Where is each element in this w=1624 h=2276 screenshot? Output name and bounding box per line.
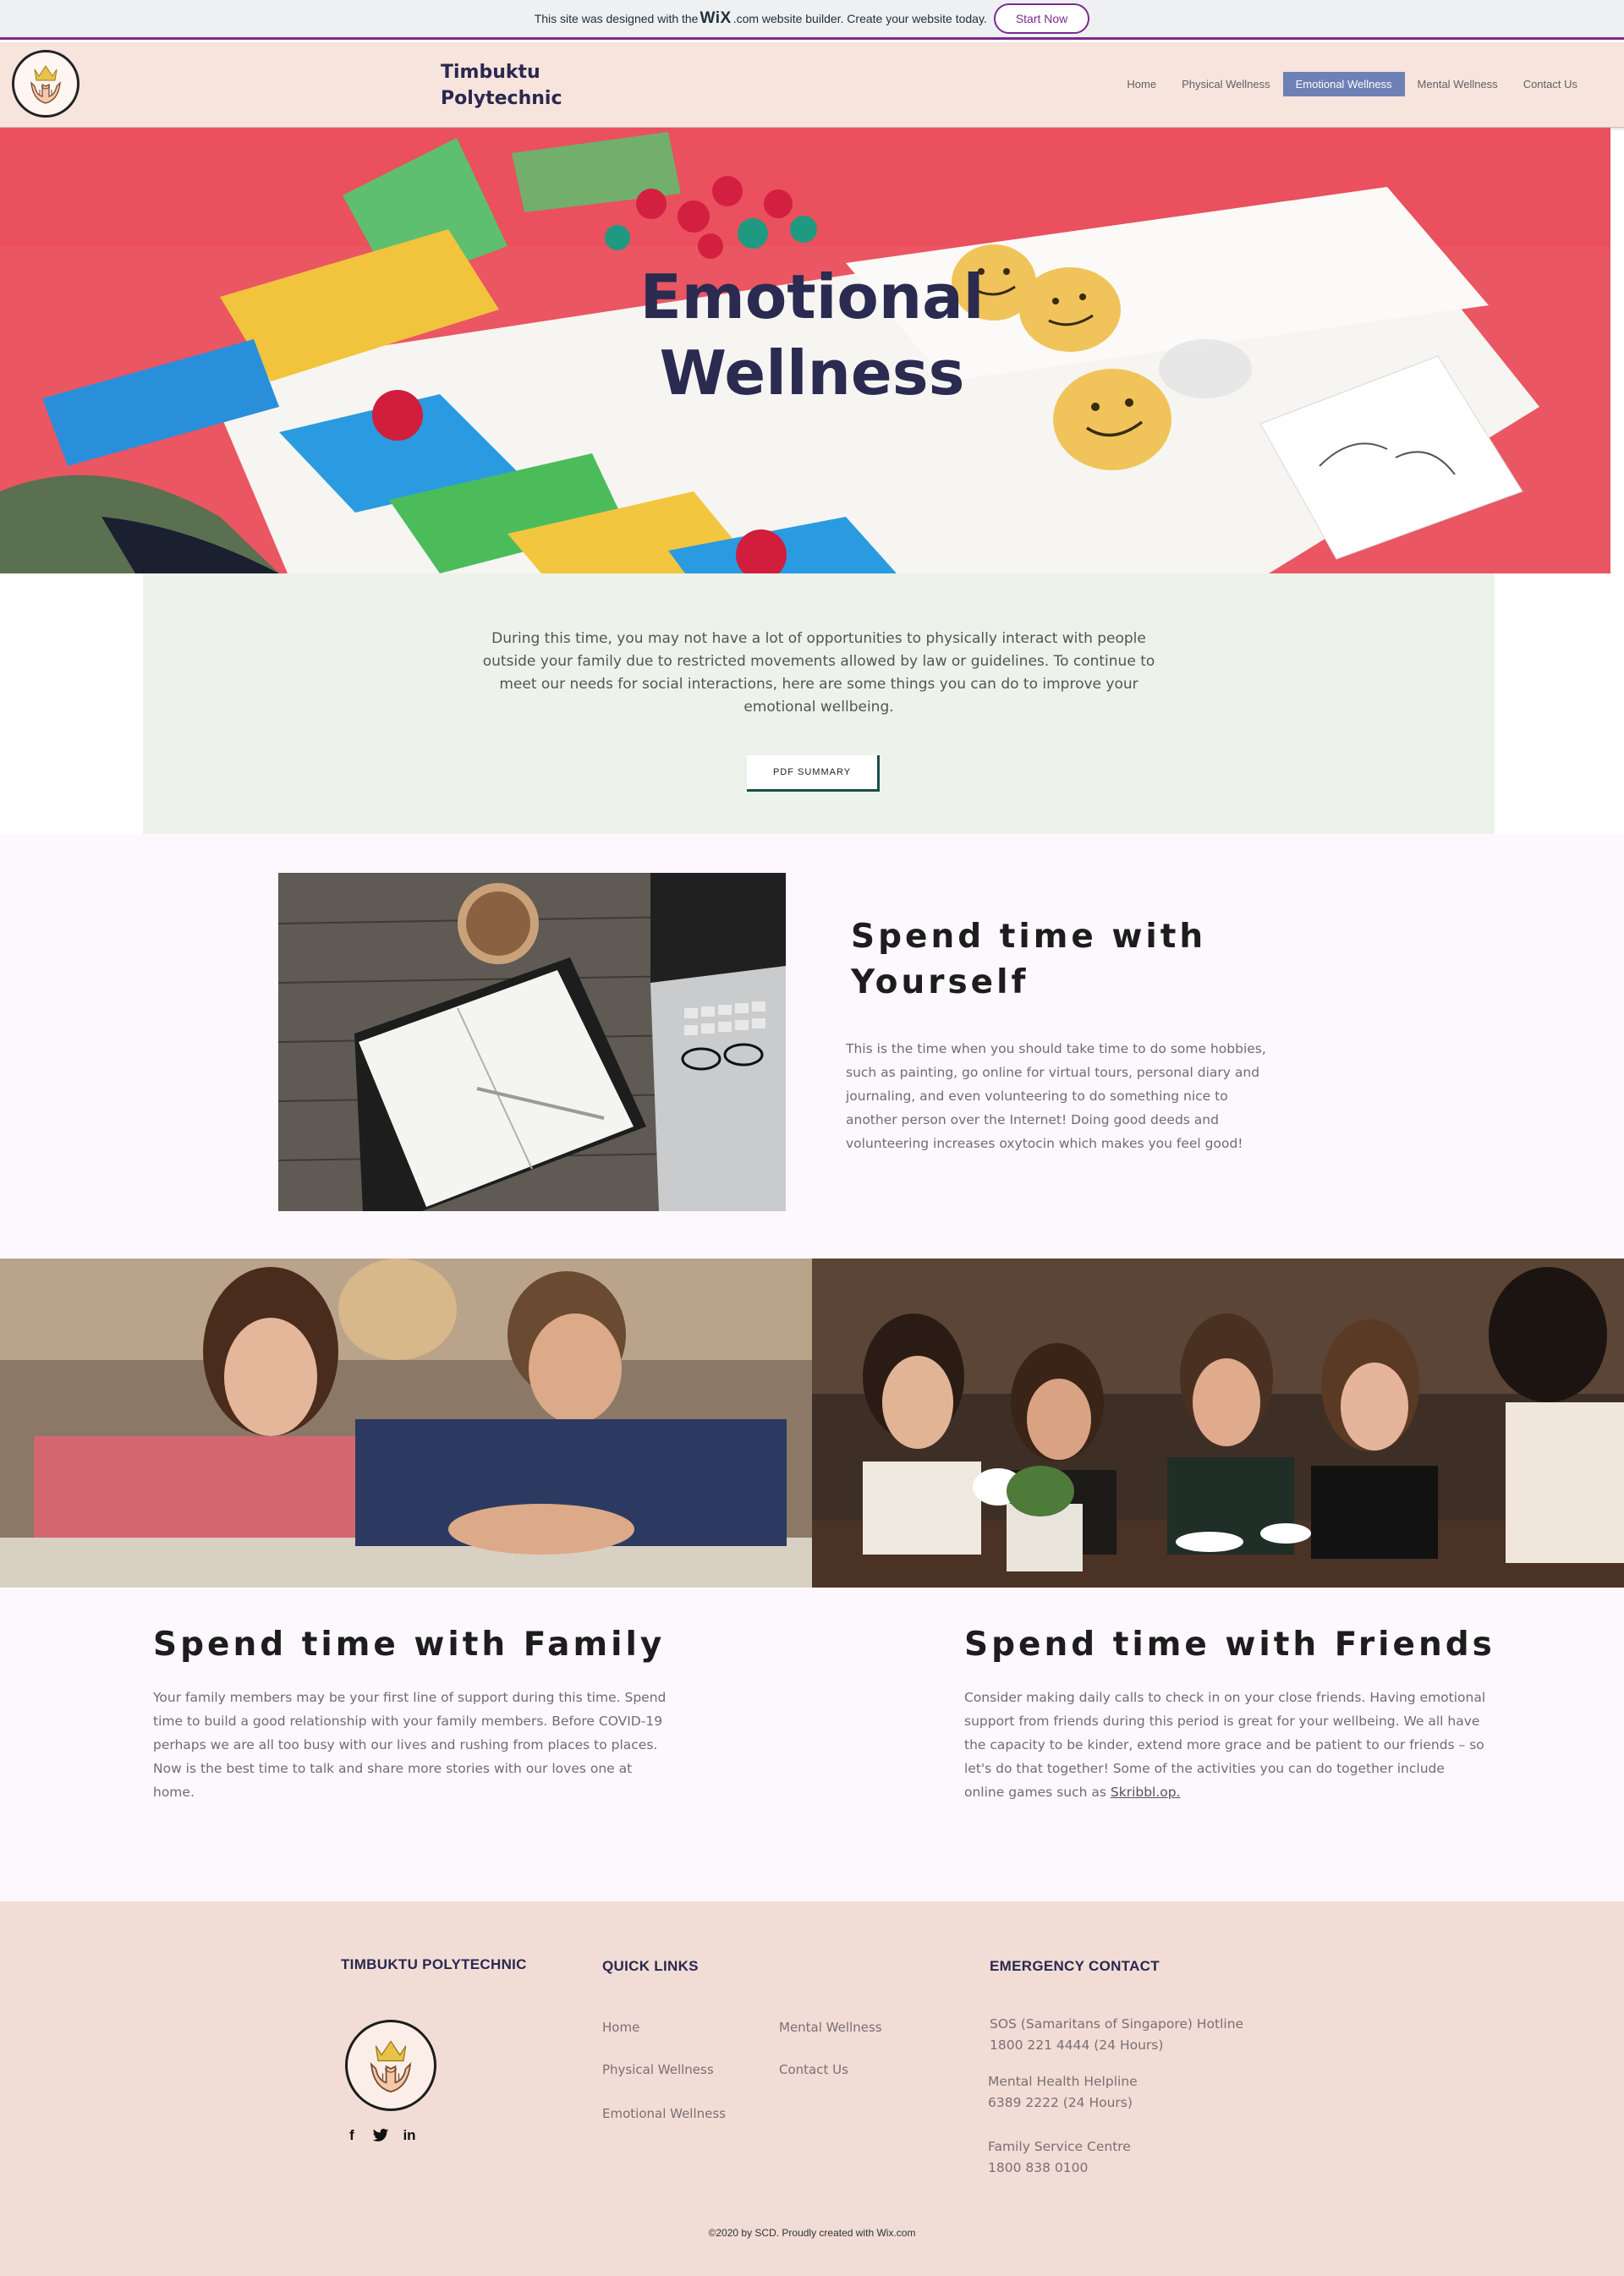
- yourself-text: This is the time when you should take ti…: [846, 1041, 1266, 1151]
- contact-sos: SOS (Samaritans of Singapore) Hotline 18…: [990, 2014, 1243, 2056]
- footer-brand-heading: TIMBUKTU POLYTECHNIC: [341, 1956, 527, 1972]
- footer-quick-links-heading: QUICK LINKS: [602, 1958, 699, 1974]
- contact-sos-name: SOS (Samaritans of Singapore) Hotline: [990, 2016, 1244, 2032]
- brand-line-2: Polytechnic: [441, 88, 562, 109]
- family-friends-section: Spend time with Family Your family membe…: [0, 1588, 1624, 1901]
- intro-section: During this time, you may not have a lot…: [143, 573, 1495, 834]
- yourself-heading: Spend time with Yourself: [851, 914, 1291, 1006]
- brand-line-1: Timbuktu: [441, 62, 540, 83]
- contact-family-service: Family Service Centre 1800 838 0100: [988, 2136, 1131, 2179]
- wix-banner-text: This site was designed with the: [534, 12, 699, 25]
- brand-name[interactable]: Timbuktu Polytechnic: [441, 59, 562, 112]
- nav-mental-wellness[interactable]: Mental Wellness: [1405, 72, 1511, 96]
- contact-family-service-number: 1800 838 0100: [988, 2160, 1089, 2175]
- hero-title-line-1: Emotional: [639, 261, 985, 332]
- crown-hands-logo-icon[interactable]: [12, 50, 80, 118]
- intro-text: During this time, you may not have a lot…: [482, 630, 1155, 716]
- yourself-heading-line-1: Spend time with: [851, 918, 1207, 956]
- yourself-section: Spend time with Yourself This is the tim…: [0, 834, 1624, 1259]
- nav-physical-wellness[interactable]: Physical Wellness: [1169, 72, 1283, 96]
- friends-heading: Spend time with Friends: [964, 1626, 1495, 1664]
- footer-link-emotional-wellness[interactable]: Emotional Wellness: [602, 2106, 726, 2121]
- wix-promo-banner: This site was designed with the WiX .com…: [0, 0, 1624, 40]
- friends-text-body: Consider making daily calls to check in …: [964, 1690, 1486, 1800]
- nav-emotional-wellness[interactable]: Emotional Wellness: [1282, 72, 1405, 96]
- wix-banner-text-2: .com website builder. Create your websit…: [732, 12, 987, 25]
- copyright-text: ©2020 by SCD. Proudly created with Wix.c…: [708, 2227, 916, 2239]
- family-photo: [0, 1259, 812, 1588]
- footer-link-contact-us[interactable]: Contact Us: [779, 2062, 848, 2077]
- hero-title: Emotional Wellness: [0, 259, 1610, 411]
- footer-emergency-heading: EMERGENCY CONTACT: [990, 1958, 1160, 1974]
- footer-link-physical-wellness[interactable]: Physical Wellness: [602, 2062, 714, 2077]
- contact-family-service-name: Family Service Centre: [988, 2139, 1131, 2154]
- family-heading: Spend time with Family: [153, 1626, 666, 1664]
- skribbl-link[interactable]: Skribbl.op.: [1111, 1785, 1181, 1800]
- pdf-summary-button[interactable]: PDF SUMMARY: [747, 755, 880, 792]
- wix-logo[interactable]: WiX: [700, 9, 731, 28]
- site-footer: TIMBUKTU POLYTECHNIC QUICK LINKS EMERGEN…: [0, 1901, 1624, 2276]
- footer-link-home[interactable]: Home: [602, 2020, 639, 2035]
- hero-banner: Emotional Wellness: [0, 128, 1610, 573]
- start-now-button[interactable]: Start Now: [993, 3, 1090, 34]
- yourself-heading-line-2: Yourself: [851, 963, 1029, 1001]
- family-text: Your family members may be your first li…: [153, 1690, 667, 1800]
- linkedin-icon[interactable]: in: [401, 2127, 418, 2144]
- main-nav: Home Physical Wellness Emotional Wellnes…: [1114, 72, 1590, 96]
- nav-contact-us[interactable]: Contact Us: [1511, 72, 1590, 96]
- twitter-icon[interactable]: [372, 2127, 389, 2144]
- facebook-icon[interactable]: f: [343, 2127, 360, 2144]
- site-header: Timbuktu Polytechnic Home Physical Welln…: [0, 42, 1624, 128]
- footer-crown-hands-logo-icon[interactable]: [345, 2020, 436, 2111]
- nav-home[interactable]: Home: [1114, 72, 1169, 96]
- friends-cafe-photo: [812, 1259, 1624, 1588]
- contact-sos-number: 1800 221 4444 (24 Hours): [990, 2037, 1164, 2053]
- contact-mental-health-number: 6389 2222 (24 Hours): [988, 2095, 1133, 2110]
- hero-title-line-2: Wellness: [659, 337, 965, 409]
- social-links: f in: [343, 2127, 418, 2144]
- journal-laptop-photo: [278, 873, 786, 1211]
- footer-link-mental-wellness[interactable]: Mental Wellness: [779, 2020, 882, 2035]
- friends-text: Consider making daily calls to check in …: [964, 1686, 1489, 1804]
- contact-mental-health-name: Mental Health Helpline: [988, 2074, 1138, 2089]
- contact-mental-health: Mental Health Helpline 6389 2222 (24 Hou…: [988, 2071, 1138, 2114]
